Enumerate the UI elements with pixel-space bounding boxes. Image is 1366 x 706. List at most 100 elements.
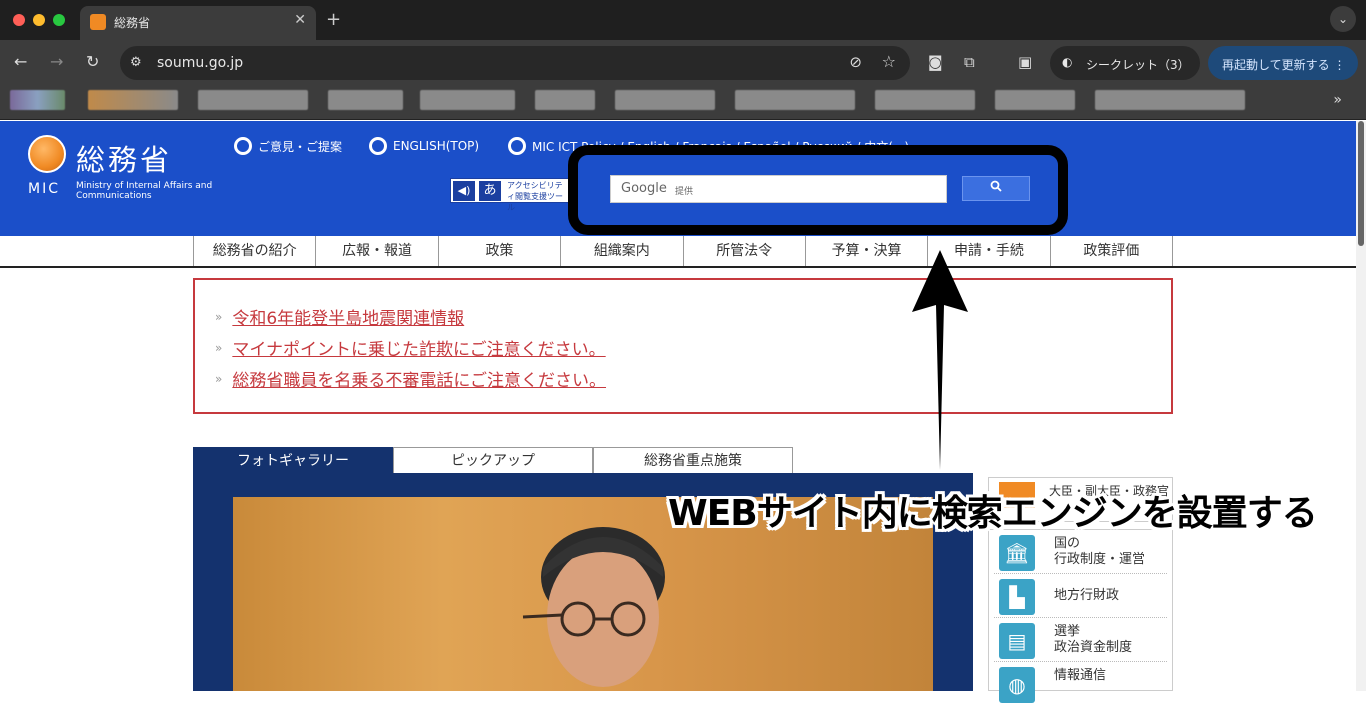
incognito-icon: ◐ [1062,55,1073,69]
side-panel-icon[interactable]: ▣ [1018,53,1032,71]
notice-link-earthquake[interactable]: 令和6年能登半島地震関連情報 [232,304,464,329]
tab-search-icon[interactable]: ⌄ [1330,6,1356,32]
chevron-right-icon: » [215,371,223,386]
tab-title: 総務省 [114,16,151,30]
close-window-button[interactable] [13,14,25,26]
side-item-admin[interactable]: 🏛 国の 行政制度・運営 [994,530,1167,574]
notice-link-phone-scam[interactable]: 総務省職員を名乗る不審電話にご注意ください。 [232,366,606,391]
incognito-label: シークレット（3） [1086,58,1190,72]
bookmark-item[interactable] [535,90,595,110]
chevron-right-icon: » [215,309,223,324]
google-label: Google [621,181,667,196]
maximize-window-button[interactable] [53,14,65,26]
search-highlight-frame: Google 提供 [568,145,1068,235]
tab-key-policies[interactable]: 総務省重点施策 [593,447,793,474]
side-item-label: 国の 行政制度・運営 [1054,536,1146,567]
circle-bullet-icon [369,137,387,155]
bookmark-item[interactable] [995,90,1075,110]
nav-item-budget[interactable]: 予算・決算 [805,236,929,267]
chevron-right-icon: » [215,340,223,355]
bookmark-item[interactable] [328,90,403,110]
browser-tab-strip: 総務省 ✕ + ⌄ [0,0,1366,40]
side-item-label: 選挙 政治資金制度 [1054,624,1133,655]
nav-item-about[interactable]: 総務省の紹介 [194,236,317,267]
furigana-icon[interactable]: あ [479,181,501,201]
bookmark-item[interactable] [10,90,65,110]
notice-item: » 令和6年能登半島地震関連情報 [215,304,464,329]
close-tab-icon[interactable]: ✕ [294,12,306,28]
site-settings-icon[interactable]: ⚙ [130,55,142,70]
nav-item-press[interactable]: 広報・報道 [316,236,439,267]
circle-bullet-icon [508,137,526,155]
page-scrollbar[interactable] [1356,121,1366,691]
bookmark-item[interactable] [420,90,515,110]
notice-item: » マイナポイントに乗じた詐欺にご注意ください。 [215,335,606,360]
logo-en-text: Ministry of Internal Affairs and Communi… [76,181,213,201]
tab-pickup[interactable]: ピックアップ [393,447,593,474]
policy-category-list: 🏛 国の 行政制度・運営 ▙ 地方行財政 ▤ 選挙 政治資金制度 ◍ 情報通信 [988,529,1173,703]
window-controls [13,14,65,26]
speaker-icon[interactable]: ◀) [453,181,475,201]
bookmarks-bar: » [0,86,1366,120]
favicon-icon [90,14,106,30]
mic-logo-icon[interactable] [28,135,66,173]
important-notice-box: » 令和6年能登半島地震関連情報 » マイナポイントに乗じた詐欺にご注意ください… [193,278,1173,414]
bookmark-item[interactable] [615,90,715,110]
tab-photo-gallery[interactable]: フォトギャラリー [193,447,393,474]
search-button[interactable] [962,176,1030,201]
more-bookmarks-icon[interactable]: » [1333,92,1342,108]
nav-item-applications[interactable]: 申請・手続 [928,236,1051,267]
side-item-label: 地方行財政 [1054,588,1120,603]
header-link-label: ご意見・ご提案 [258,139,343,154]
bookmark-item[interactable] [88,90,178,110]
globe-icon: ◍ [999,667,1035,703]
site-search-input[interactable]: Google 提供 [610,175,947,203]
relaunch-button[interactable]: 再起動して更新する ⋮ [1208,46,1358,80]
logo-jp-text[interactable]: 総務省 [76,137,172,179]
side-item-elections[interactable]: ▤ 選挙 政治資金制度 [994,618,1167,662]
back-icon[interactable]: ← [14,52,27,71]
header-link-opinion[interactable]: ご意見・ご提案 [234,137,342,155]
nav-item-laws[interactable]: 所管法令 [683,236,806,267]
nav-item-evaluation[interactable]: 政策評価 [1050,236,1173,267]
forward-icon[interactable]: → [50,52,63,71]
notice-link-mynapoint[interactable]: マイナポイントに乗じた詐欺にご注意ください。 [232,335,605,360]
logo-mic-text: MIC [28,181,60,197]
address-bar[interactable]: ⚙ soumu.go.jp ⊘ ☆ [120,46,910,80]
bookmark-item[interactable] [1095,90,1245,110]
bookmark-item[interactable] [735,90,855,110]
building-icon: 🏛 [999,535,1035,571]
city-icon: ▙ [999,579,1035,615]
notice-item: » 総務省職員を名乗る不審電話にご注意ください。 [215,366,606,391]
bookmark-item[interactable] [875,90,975,110]
url-text: soumu.go.jp [157,55,244,71]
header-link-english[interactable]: ENGLISH(TOP) [369,137,479,155]
ballot-box-icon: ▤ [999,623,1035,659]
extensions-icon[interactable]: ⧉ [964,53,975,71]
side-item-label: 情報通信 [1054,668,1107,683]
circle-bullet-icon [234,137,252,155]
side-item-local-finance[interactable]: ▙ 地方行財政 [994,574,1167,618]
search-icon [990,180,1002,192]
header-link-label: ENGLISH(TOP) [393,139,480,153]
nav-item-policy[interactable]: 政策 [438,236,562,267]
nav-item-organization[interactable]: 組織案内 [561,236,684,267]
bookmark-item[interactable] [198,90,308,110]
new-tab-icon[interactable]: + [326,9,341,30]
browser-tab[interactable]: 総務省 ✕ [80,6,316,40]
scrollbar-thumb[interactable] [1358,121,1364,246]
nav-divider [0,266,1356,268]
accessibility-label: アクセシビリティ閲覧支援ツール [507,181,563,212]
side-item-ict[interactable]: ◍ 情報通信 [994,662,1167,706]
incognito-indicator[interactable]: ◐ シークレット（3） [1050,46,1200,80]
accessibility-tool[interactable]: ◀) あ アクセシビリティ閲覧支援ツール [450,178,570,212]
camera-icon[interactable]: ◙ [928,53,943,71]
provided-label: 提供 [675,187,694,197]
reload-icon[interactable]: ↻ [86,52,99,71]
browser-toolbar: ← → ↻ ⚙ soumu.go.jp ⊘ ☆ ◙ ⧉ ▣ ◐ シークレット（3… [0,40,1366,86]
bookmark-star-icon[interactable]: ☆ [882,52,896,71]
minimize-window-button[interactable] [33,14,45,26]
tracking-blocked-icon[interactable]: ⊘ [849,53,862,71]
global-nav: 総務省の紹介 広報・報道 政策 組織案内 所管法令 予算・決算 申請・手続 政策… [193,236,1173,267]
content-tabs: フォトギャラリー ピックアップ 総務省重点施策 [193,447,793,474]
